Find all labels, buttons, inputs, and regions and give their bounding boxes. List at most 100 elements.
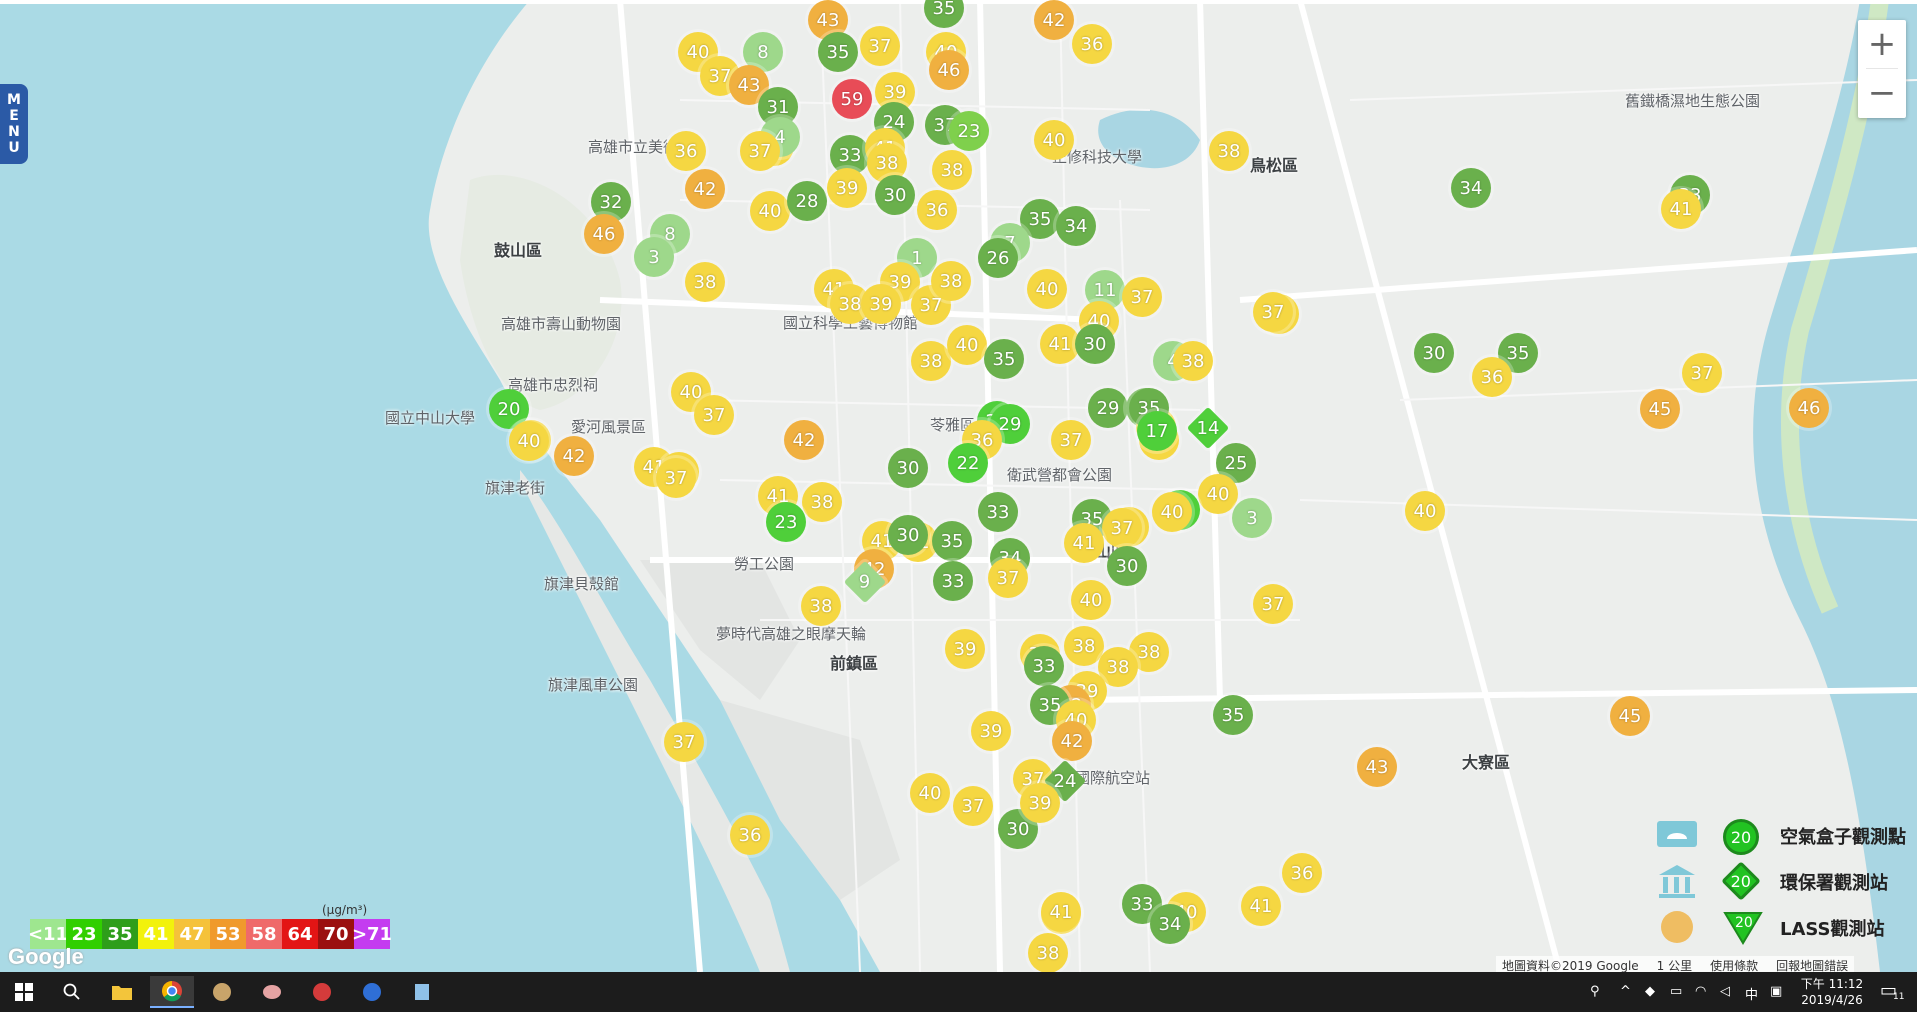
tray-keyboard-icon[interactable]: ▣ <box>1770 984 1782 999</box>
airbox-marker[interactable]: 17 <box>1137 411 1177 451</box>
airbox-marker[interactable]: 36 <box>1072 24 1112 64</box>
airbox-marker[interactable]: 33 <box>1024 646 1064 686</box>
taskbar-app-4[interactable] <box>350 976 394 1008</box>
zoom-in-button[interactable]: + <box>1858 20 1906 68</box>
taskbar-app-5[interactable] <box>400 976 444 1008</box>
airbox-marker[interactable]: 45 <box>1640 389 1680 429</box>
airbox-marker[interactable]: 28 <box>787 181 827 221</box>
airbox-marker[interactable]: 37 <box>694 395 734 435</box>
airbox-marker[interactable]: 37 <box>1253 292 1293 332</box>
airbox-marker[interactable]: 46 <box>584 214 624 254</box>
airbox-marker[interactable]: 38 <box>932 150 972 190</box>
airbox-marker[interactable]: 39 <box>827 168 867 208</box>
airbox-marker[interactable]: 23 <box>949 111 989 151</box>
airbox-marker[interactable]: 41 <box>1064 523 1104 563</box>
airbox-marker[interactable]: 30 <box>1107 546 1147 586</box>
airbox-marker[interactable]: 33 <box>933 561 973 601</box>
airbox-marker[interactable]: 38 <box>1173 341 1213 381</box>
airbox-marker[interactable]: 37 <box>740 131 780 171</box>
airbox-marker[interactable]: 42 <box>554 436 594 476</box>
airbox-marker[interactable]: 42 <box>685 169 725 209</box>
tray-people-icon[interactable]: ⚲ <box>1590 984 1600 999</box>
tray-wifi-icon[interactable]: ◠ <box>1695 984 1706 999</box>
taskbar-app-3[interactable] <box>300 976 344 1008</box>
start-button[interactable] <box>2 976 46 1008</box>
zoom-out-button[interactable]: − <box>1858 69 1906 117</box>
airbox-marker[interactable]: 33 <box>978 492 1018 532</box>
airbox-marker[interactable]: 40 <box>509 421 549 461</box>
airbox-marker[interactable]: 22 <box>948 443 988 483</box>
airbox-marker[interactable]: 38 <box>1028 933 1068 972</box>
airbox-marker[interactable]: 37 <box>1102 508 1142 548</box>
airbox-marker[interactable]: 39 <box>1020 783 1060 823</box>
airbox-marker[interactable]: 40 <box>1034 120 1074 160</box>
taskbar-file-explorer[interactable] <box>100 976 144 1008</box>
airbox-marker[interactable]: 38 <box>685 262 725 302</box>
tray-clock[interactable]: 下午 11:12 2019/4/26 <box>1792 976 1872 1008</box>
airbox-marker[interactable]: 35 <box>818 32 858 72</box>
airbox-marker[interactable]: 38 <box>1209 131 1249 171</box>
airbox-marker[interactable]: 59 <box>832 79 872 119</box>
airbox-marker[interactable]: 40 <box>1027 269 1067 309</box>
airbox-marker[interactable]: 40 <box>910 773 950 813</box>
map-scale-text[interactable]: 1 公里 <box>1657 957 1692 972</box>
airbox-marker[interactable]: 39 <box>945 629 985 669</box>
airbox-marker[interactable]: 39 <box>861 284 901 324</box>
airbox-marker[interactable]: 37 <box>988 558 1028 598</box>
airbox-marker[interactable]: 45 <box>1610 696 1650 736</box>
airbox-marker[interactable]: 42 <box>1052 721 1092 761</box>
terms-link[interactable]: 使用條款 <box>1710 957 1758 972</box>
airbox-marker[interactable]: 3 <box>634 237 674 277</box>
airbox-marker[interactable]: 37 <box>656 458 696 498</box>
airbox-marker[interactable]: 37 <box>860 26 900 66</box>
taskbar-chrome[interactable] <box>150 976 194 1008</box>
tray-expand-icon[interactable]: ^ <box>1620 984 1631 999</box>
search-button[interactable] <box>50 976 94 1008</box>
airbox-marker[interactable]: 26 <box>978 238 1018 278</box>
airbox-marker[interactable]: 40 <box>1152 492 1192 532</box>
airbox-marker[interactable]: 40 <box>947 325 987 365</box>
airbox-marker[interactable]: 41 <box>1241 886 1281 926</box>
airbox-marker[interactable]: 30 <box>1075 324 1115 364</box>
airbox-marker[interactable]: 35 <box>1213 695 1253 735</box>
airbox-marker[interactable]: 29 <box>1088 388 1128 428</box>
airbox-marker[interactable]: 42 <box>1034 0 1074 40</box>
airbox-marker[interactable]: 36 <box>730 815 770 855</box>
airbox-marker[interactable]: 36 <box>917 190 957 230</box>
airbox-marker[interactable]: 34 <box>1150 904 1190 944</box>
airbox-marker[interactable]: 41 <box>1040 324 1080 364</box>
airbox-marker[interactable]: 38 <box>911 341 951 381</box>
airbox-marker[interactable]: 41 <box>1041 892 1081 932</box>
airbox-marker[interactable]: 37 <box>1122 277 1162 317</box>
map-view[interactable]: 鼓山區 高雄市壽山動物園 高雄市忠烈祠 愛河風景區 旗津老街 旗津貝殼館 旗津風車公園 勞工公… <box>0 0 1917 972</box>
airbox-marker[interactable]: 36 <box>1472 357 1512 397</box>
airbox-marker[interactable]: 37 <box>1051 420 1091 460</box>
tray-ime-indicator[interactable]: 中 <box>1745 984 1758 1003</box>
airbox-marker[interactable]: 37 <box>953 786 993 826</box>
taskbar-app-2[interactable] <box>250 976 294 1008</box>
airbox-marker[interactable]: 42 <box>784 420 824 460</box>
tray-shield-icon[interactable]: ◆ <box>1645 984 1655 999</box>
taskbar-app-1[interactable] <box>200 976 244 1008</box>
airbox-marker[interactable]: 41 <box>1661 189 1701 229</box>
airbox-marker[interactable]: 38 <box>931 261 971 301</box>
airbox-marker[interactable]: 30 <box>888 448 928 488</box>
airbox-marker[interactable]: 39 <box>971 711 1011 751</box>
airbox-marker[interactable]: 35 <box>984 339 1024 379</box>
airbox-marker[interactable]: 30 <box>888 515 928 555</box>
tray-battery-icon[interactable]: ▭ <box>1670 984 1682 999</box>
airbox-marker[interactable]: 30 <box>875 175 915 215</box>
airbox-marker[interactable]: 37 <box>1682 353 1722 393</box>
airbox-marker[interactable]: 23 <box>766 502 806 542</box>
airbox-marker[interactable]: 36 <box>666 131 706 171</box>
airbox-marker[interactable]: 30 <box>1414 333 1454 373</box>
airbox-marker[interactable]: 34 <box>1451 168 1491 208</box>
airbox-marker[interactable]: 35 <box>932 521 972 561</box>
airbox-marker[interactable]: 43 <box>1357 747 1397 787</box>
airbox-marker[interactable]: 46 <box>1789 388 1829 428</box>
tray-volume-icon[interactable]: ◁ <box>1720 984 1730 999</box>
report-error-link[interactable]: 回報地圖錯誤 <box>1776 957 1848 972</box>
airbox-marker[interactable]: 36 <box>1282 853 1322 893</box>
airbox-marker[interactable]: 34 <box>1056 206 1096 246</box>
airbox-marker[interactable]: 40 <box>1071 580 1111 620</box>
